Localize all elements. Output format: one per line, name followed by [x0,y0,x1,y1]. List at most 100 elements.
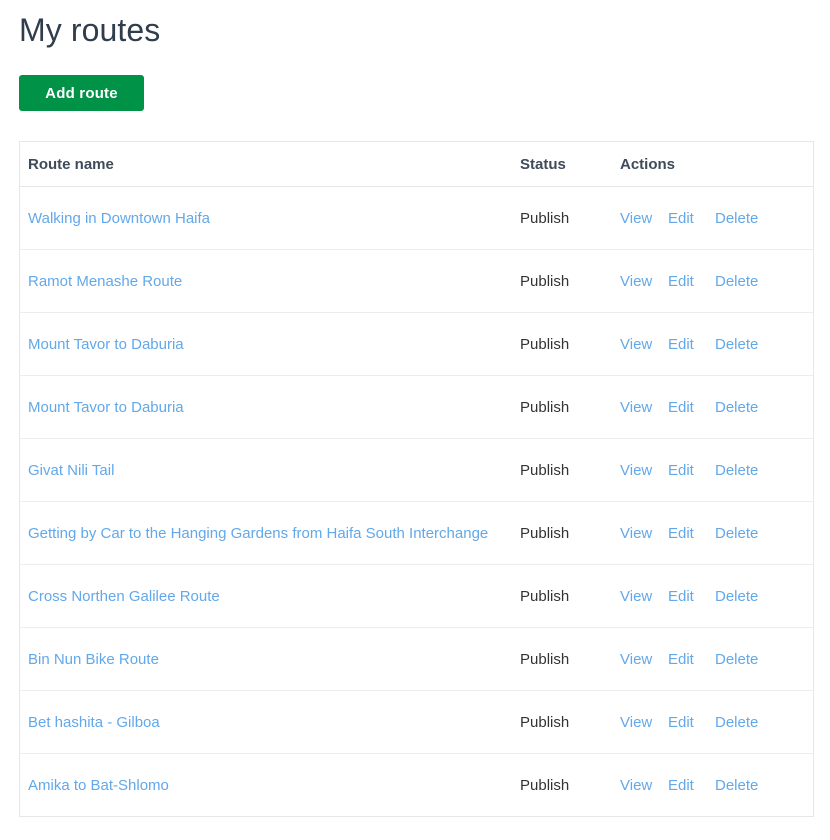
table-row: Bin Nun Bike Route Publish View Edit Delete [19,627,814,691]
view-route-link[interactable]: View [620,525,668,542]
status-cell: Publish [520,690,620,754]
route-name-cell: Mount Tavor to Daburia [19,375,520,439]
route-name-cell: Cross Northen Galilee Route [19,564,520,628]
add-route-button[interactable]: Add route [19,75,144,111]
status-cell: Publish [520,627,620,691]
actions-cell: View Edit Delete [620,564,814,628]
edit-route-link[interactable]: Edit [668,714,715,731]
delete-route-link[interactable]: Delete [715,462,758,479]
routes-table-head: Route name Status Actions [19,141,814,187]
actions-cell: View Edit Delete [620,249,814,313]
view-route-link[interactable]: View [620,588,668,605]
edit-route-link[interactable]: Edit [668,777,715,794]
routes-table-container: Route name Status Actions Walking in Dow… [19,141,814,817]
actions-cell: View Edit Delete [620,438,814,502]
status-text: Publish [520,209,570,227]
route-name-cell: Bin Nun Bike Route [19,627,520,691]
view-route-link[interactable]: View [620,714,668,731]
table-row: Ramot Menashe Route Publish View Edit Delete [19,249,814,313]
status-text: Publish [520,461,570,479]
delete-route-link[interactable]: Delete [715,273,758,290]
view-route-link[interactable]: View [620,399,668,416]
delete-route-link[interactable]: Delete [715,525,758,542]
route-name-link[interactable]: Walking in Downtown Haifa [28,210,210,227]
table-row: Bet hashita - Gilboa Publish View Edit Delet… [19,690,814,754]
edit-route-link[interactable]: Edit [668,210,715,227]
routes-table: Route name Status Actions Walking in Dow… [19,141,814,817]
table-row: Givat Nili Tail Publish View Edit Delete [19,438,814,502]
table-row: Cross Northen Galilee Route Publish View Ed… [19,564,814,628]
route-name-cell: Getting by Car to the Hanging Gardens fr… [19,501,520,565]
status-cell: Publish [520,312,620,376]
edit-route-link[interactable]: Edit [668,588,715,605]
table-row: Walking in Downtown Haifa Publish View Edit… [19,186,814,250]
actions-cell: View Edit Delete [620,186,814,250]
route-name-link[interactable]: Ramot Menashe Route [28,273,182,290]
route-name-cell: Ramot Menashe Route [19,249,520,313]
route-name-link[interactable]: Amika to Bat-Shlomo [28,777,169,794]
delete-route-link[interactable]: Delete [715,651,758,668]
actions-cell: View Edit Delete [620,312,814,376]
table-row: Mount Tavor to Daburia Publish View Edit Del… [19,312,814,376]
delete-route-link[interactable]: Delete [715,588,758,605]
route-name-link[interactable]: Bin Nun Bike Route [28,651,159,668]
edit-route-link[interactable]: Edit [668,651,715,668]
page-title: My routes [19,12,161,48]
column-header-status: Status [520,141,620,187]
route-name-link[interactable]: Cross Northen Galilee Route [28,588,220,605]
route-name-cell: Mount Tavor to Daburia [19,312,520,376]
edit-route-link[interactable]: Edit [668,399,715,416]
view-route-link[interactable]: View [620,651,668,668]
table-row: Mount Tavor to Daburia Publish View Edit Del… [19,375,814,439]
status-cell: Publish [520,564,620,628]
delete-route-link[interactable]: Delete [715,399,758,416]
my-routes-page: My routes Add route Route name Status Ac… [0,0,830,840]
actions-cell: View Edit Delete [620,627,814,691]
route-name-cell: Givat Nili Tail [19,438,520,502]
status-text: Publish [520,272,570,290]
actions-cell: View Edit Delete [620,375,814,439]
status-text: Publish [520,587,570,605]
routes-table-body: Walking in Downtown Haifa Publish View Edit… [19,186,814,817]
status-cell: Publish [520,438,620,502]
status-text: Publish [520,650,570,668]
view-route-link[interactable]: View [620,336,668,353]
edit-route-link[interactable]: Edit [668,336,715,353]
table-row: Amika to Bat-Shlomo Publish View Edit Delete [20,754,814,817]
status-text: Publish [520,335,570,353]
delete-route-link[interactable]: Delete [715,714,758,731]
route-name-cell: Amika to Bat-Shlomo [20,754,521,817]
status-text: Publish [520,398,570,416]
column-header-actions: Actions [620,141,814,187]
table-row: Getting by Car to the Hanging Gardens fr… [19,501,814,565]
actions-cell: View Edit Delete [620,690,814,754]
edit-route-link[interactable]: Edit [668,273,715,290]
route-name-cell: Bet hashita - Gilboa [19,690,520,754]
status-text: Publish [520,713,570,731]
route-name-link[interactable]: Getting by Car to the Hanging Gardens fr… [28,525,488,542]
edit-route-link[interactable]: Edit [668,462,715,479]
route-name-link[interactable]: Mount Tavor to Daburia [28,336,184,353]
view-route-link[interactable]: View [620,210,668,227]
status-cell: Publish [520,249,620,313]
view-route-link[interactable]: View [620,462,668,479]
view-route-link[interactable]: View [620,777,668,794]
actions-cell: View Edit Delete [620,754,814,817]
delete-route-link[interactable]: Delete [715,210,758,227]
delete-route-link[interactable]: Delete [715,777,758,794]
status-cell: Publish [520,186,620,250]
actions-cell: View Edit Delete [620,501,814,565]
table-header-row: Route name Status Actions [19,141,814,187]
status-cell: Publish [520,501,620,565]
route-name-link[interactable]: Mount Tavor to Daburia [28,399,184,416]
status-cell: Publish [520,375,620,439]
status-cell: Publish [520,754,620,817]
delete-route-link[interactable]: Delete [715,336,758,353]
route-name-link[interactable]: Givat Nili Tail [28,462,114,479]
edit-route-link[interactable]: Edit [668,525,715,542]
column-header-route-name: Route name [19,141,520,187]
status-text: Publish [520,776,570,794]
status-text: Publish [520,524,570,542]
view-route-link[interactable]: View [620,273,668,290]
route-name-link[interactable]: Bet hashita - Gilboa [28,714,160,731]
